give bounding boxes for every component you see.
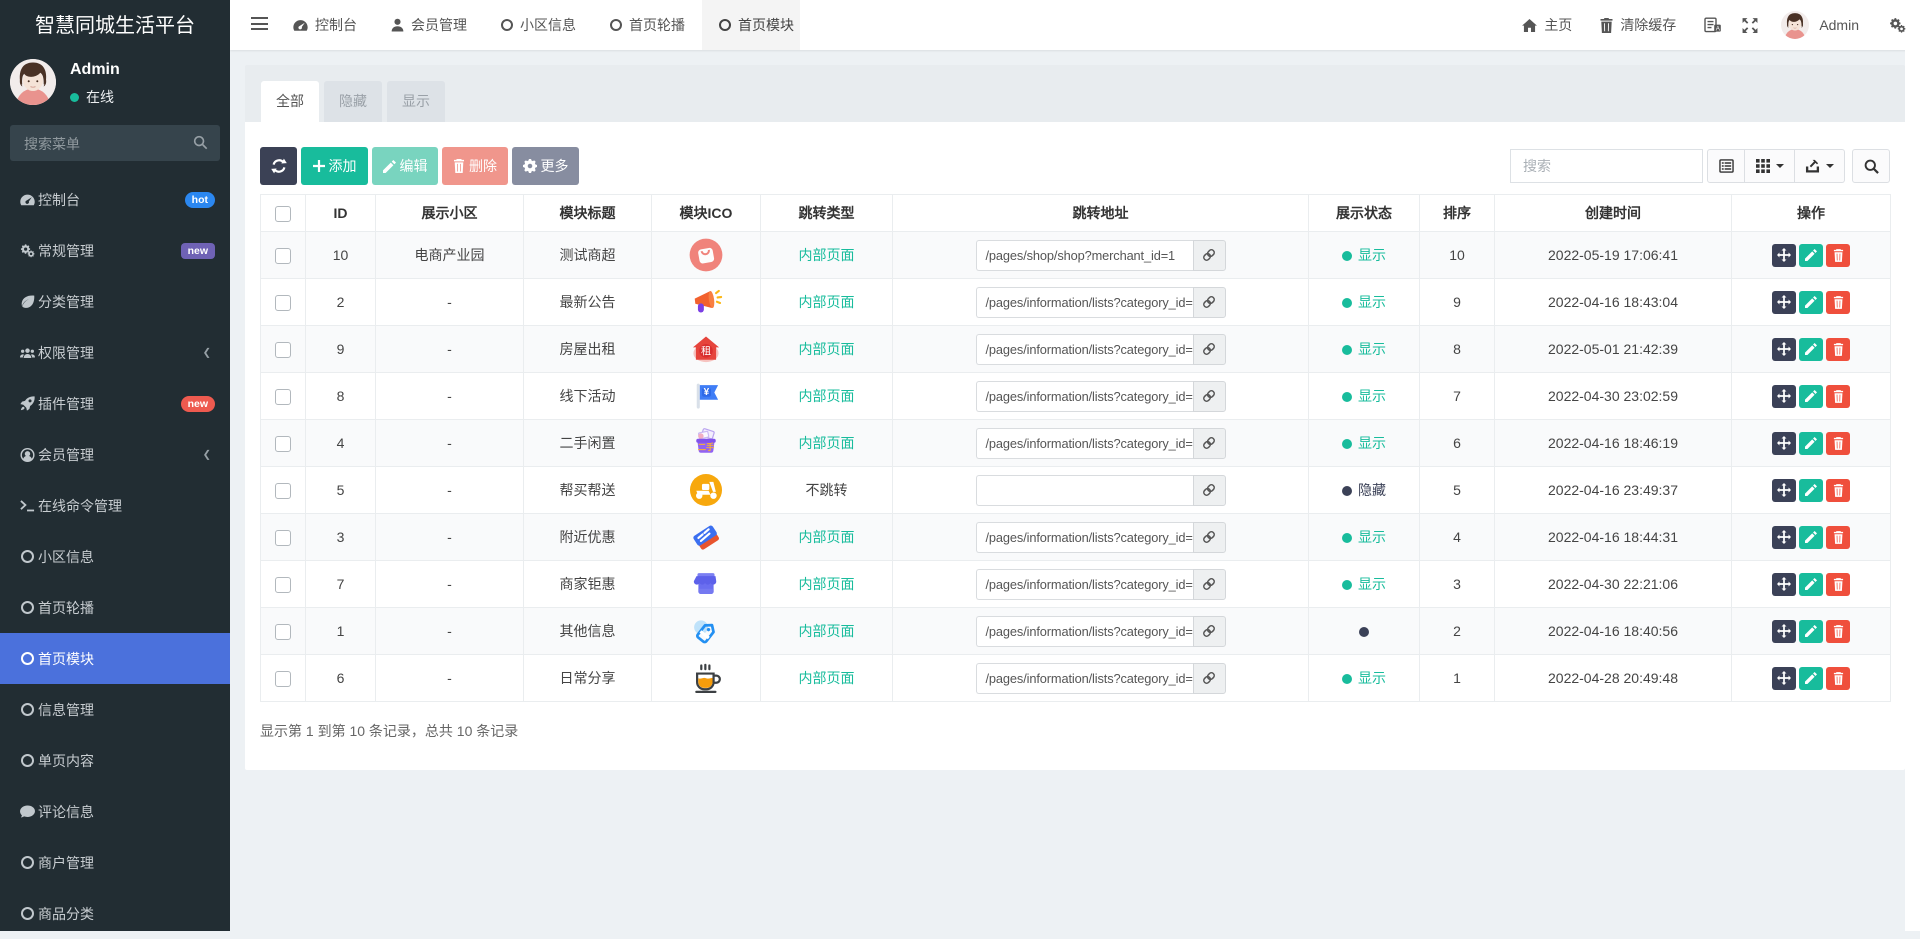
svg-text:租: 租 <box>701 344 711 357</box>
svg-text:二手: 二手 <box>698 442 715 452</box>
svg-text:¥: ¥ <box>704 387 710 398</box>
